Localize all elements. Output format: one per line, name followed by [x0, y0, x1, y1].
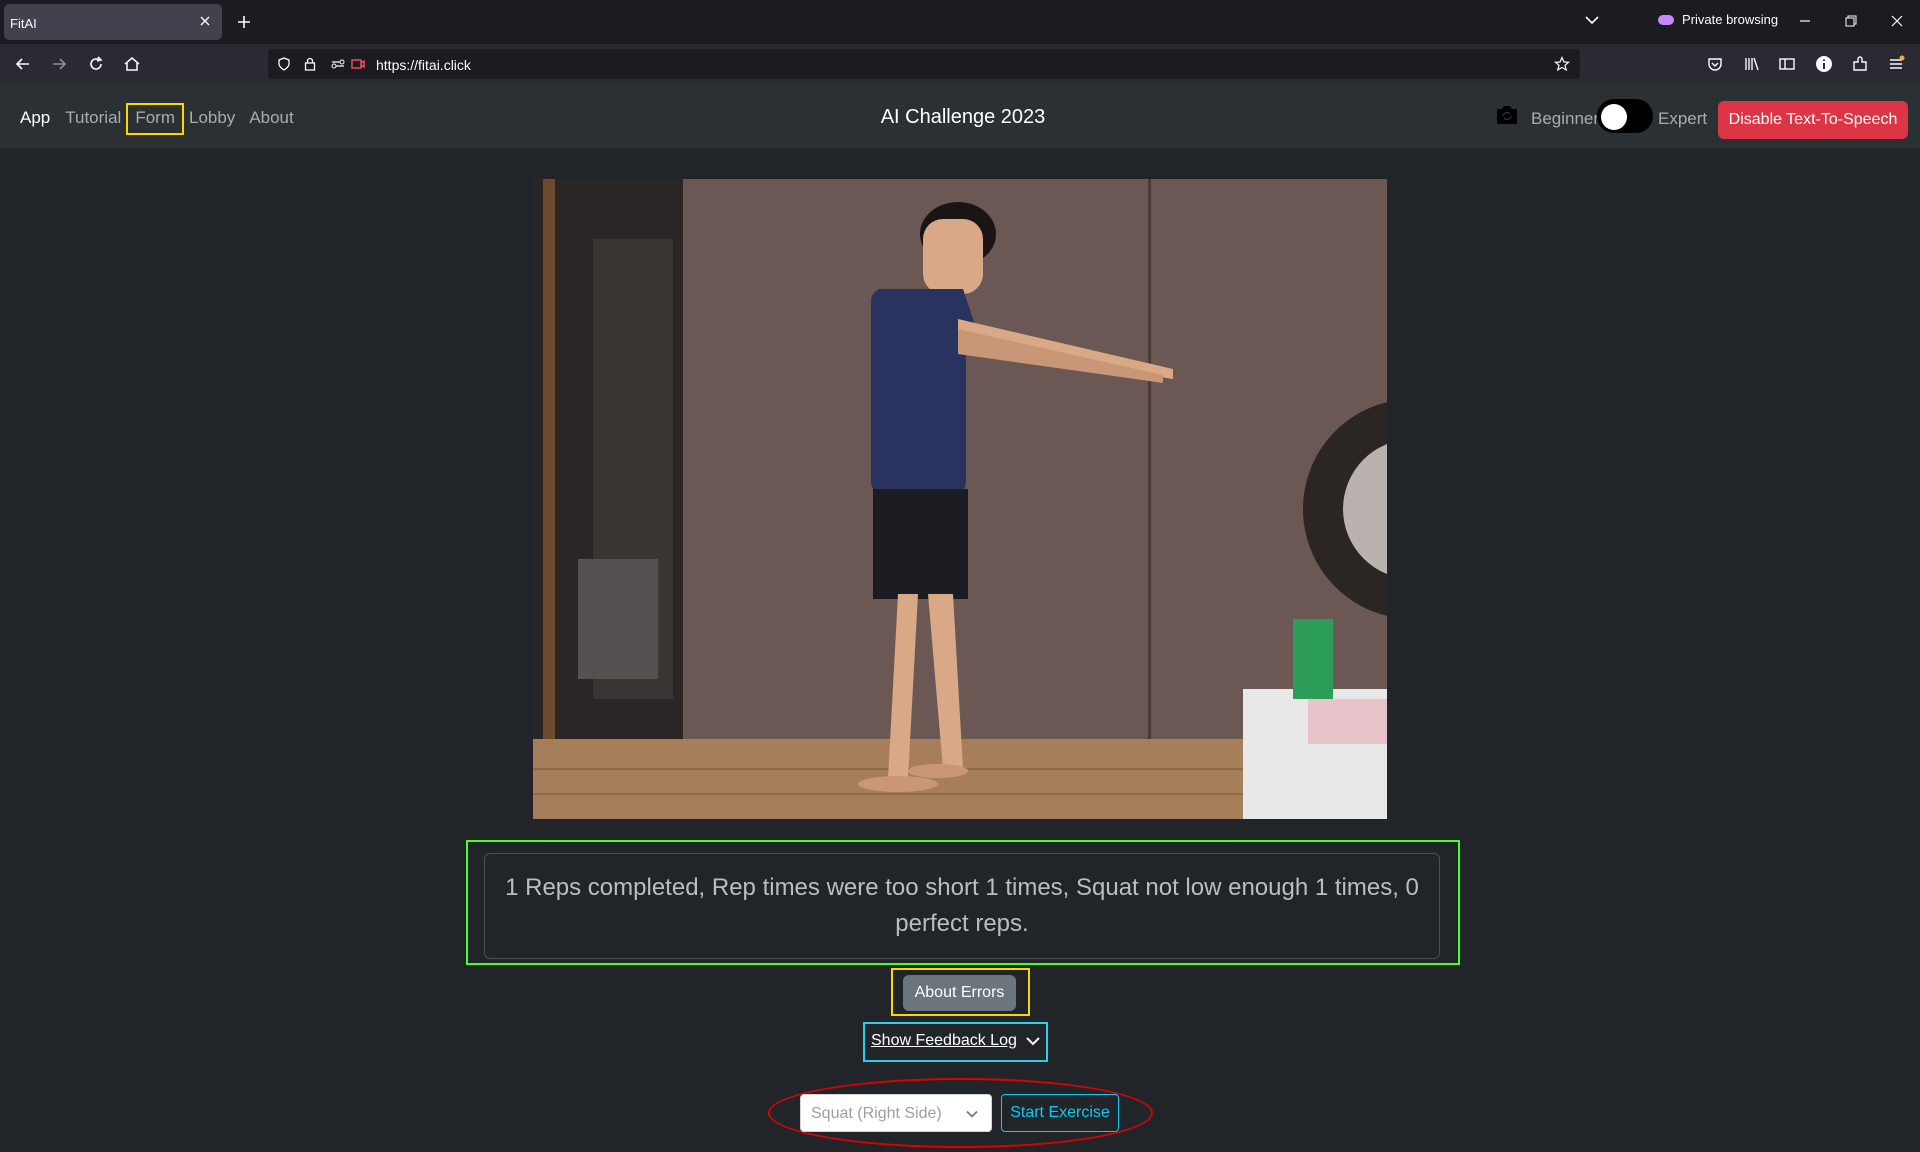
feedback-log-label: Show Feedback Log [871, 1032, 1017, 1049]
menu-icon[interactable] [1886, 54, 1906, 74]
restore-icon[interactable] [1842, 12, 1860, 30]
camera-switch-icon[interactable] [1494, 103, 1520, 127]
tab-title: FitAI [10, 16, 37, 31]
about-errors-highlight-frame: About Errors [891, 968, 1030, 1016]
disable-tts-button[interactable]: Disable Text-To-Speech [1718, 101, 1908, 139]
toggle-knob [1601, 104, 1627, 130]
exercise-select[interactable]: Squat (Right Side) [800, 1094, 992, 1132]
info-icon[interactable] [1814, 54, 1834, 74]
exercise-select-value: Squat (Right Side) [811, 1105, 942, 1122]
camera-video-feed [533, 179, 1387, 819]
reload-icon[interactable] [86, 54, 106, 74]
bookmark-star-icon[interactable] [1554, 56, 1570, 72]
video-frame-image [533, 179, 1387, 819]
plus-icon[interactable] [234, 12, 254, 32]
extensions-icon[interactable] [1850, 54, 1870, 74]
app-navbar: App Tutorial Form Lobby About AI Challen… [0, 84, 1920, 148]
private-browsing-indicator: Private browsing [1658, 12, 1778, 27]
sidebar-icon[interactable] [1777, 54, 1797, 74]
feedback-highlight-frame: 1 Reps completed, Rep times were too sho… [466, 840, 1460, 965]
permissions-icon[interactable] [330, 56, 346, 72]
minimize-icon[interactable] [1796, 12, 1814, 30]
feedback-log-highlight-frame: Show Feedback Log [863, 1022, 1048, 1062]
show-feedback-log-toggle[interactable]: Show Feedback Log [871, 1032, 1041, 1050]
url-bar[interactable]: https://fitai.click [268, 49, 1580, 79]
chevron-down-icon [1026, 1037, 1040, 1046]
about-errors-button[interactable]: About Errors [903, 975, 1016, 1011]
level-beginner-label: Beginner [1531, 109, 1600, 128]
chevron-down-icon[interactable] [1582, 10, 1602, 30]
chevron-down-icon [966, 1110, 978, 1118]
start-exercise-button[interactable]: Start Exercise [1001, 1094, 1119, 1132]
browser-tab[interactable]: FitAI [4, 4, 222, 40]
camera-sharing-icon[interactable] [350, 56, 366, 72]
browser-toolbar: https://fitai.click [0, 44, 1920, 84]
pocket-icon[interactable] [1705, 54, 1725, 74]
feedback-text: 1 Reps completed, Rep times were too sho… [505, 874, 1419, 937]
forward-arrow-icon[interactable] [49, 54, 69, 74]
private-mask-icon [1658, 14, 1674, 25]
difficulty-toggle[interactable] [1597, 99, 1653, 133]
url-text[interactable]: https://fitai.click [376, 57, 471, 73]
close-icon[interactable] [196, 12, 214, 30]
lock-icon[interactable] [302, 56, 318, 72]
back-arrow-icon[interactable] [13, 54, 33, 74]
window-close-icon[interactable] [1888, 12, 1906, 30]
feedback-summary: 1 Reps completed, Rep times were too sho… [484, 853, 1440, 959]
shield-icon[interactable] [276, 56, 292, 72]
home-icon[interactable] [122, 54, 142, 74]
library-icon[interactable] [1742, 54, 1762, 74]
browser-tab-strip: FitAI Private browsing [0, 0, 1920, 44]
level-expert-label: Expert [1658, 109, 1708, 128]
